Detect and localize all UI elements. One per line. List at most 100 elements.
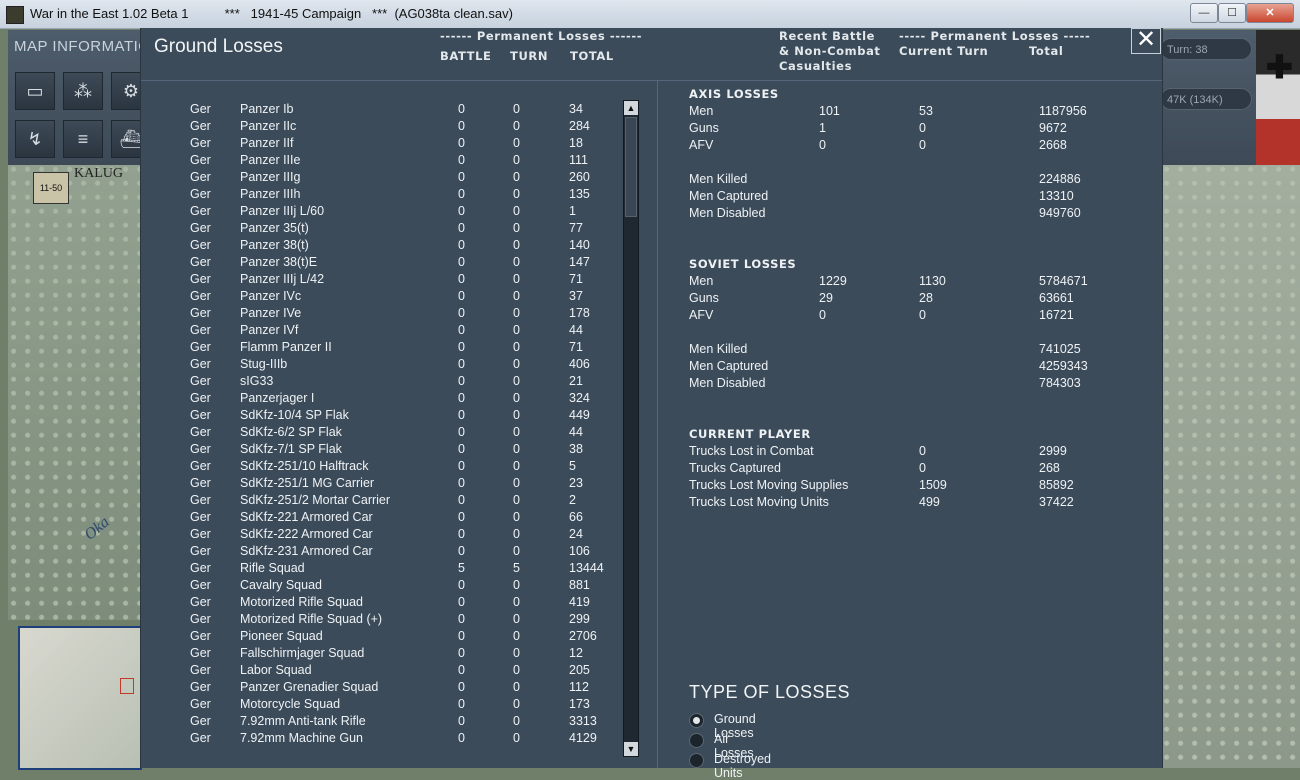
cell-nat: Ger [190,629,211,643]
cell-nat: Ger [190,306,211,320]
cell-name: Panzerjager I [240,391,315,405]
dialog-close-button[interactable]: ✕ [1131,28,1161,54]
cell-name: Panzer IIc [240,119,297,133]
col-battle-header: BATTLE [440,49,492,63]
cell-nat: Ger [190,289,211,303]
cell-name: SdKfz-6/2 SP Flak [240,425,342,439]
col-total-right-header: Total [1029,44,1064,58]
cell-battle: 0 [458,629,465,643]
cell-battle: 0 [458,459,465,473]
cell-total: 71 [569,340,583,354]
type-of-losses-title: TYPE OF LOSSES [689,682,851,702]
col-current-turn-header: Current Turn [899,44,989,58]
cell-turn: 0 [513,153,520,167]
cell-nat: Ger [190,170,211,184]
cell-battle: 0 [458,527,465,541]
cell-nat: Ger [190,731,211,745]
radio-unselected-icon[interactable] [689,733,704,748]
cell-name: Panzer 38(t) [240,238,309,252]
ground-losses-dialog: Ground Losses ------ Permanent Losses --… [140,28,1163,780]
cell-turn: 0 [513,697,520,711]
cell-battle: 0 [458,272,465,286]
cell-total: 4129 [569,731,597,745]
cell-name: Cavalry Squad [240,578,322,592]
cell-turn: 0 [513,357,520,371]
map-information-label: MAP INFORMATIO [14,38,151,55]
cell-total: 21 [569,374,583,388]
unit-counter[interactable]: 11-50 [33,172,69,204]
minimize-button[interactable]: — [1190,3,1218,23]
cell-nat: Ger [190,527,211,541]
axis-losses-heading: AXIS LOSSES [689,87,779,101]
cell-turn: 0 [513,442,520,456]
cell-nat: Ger [190,578,211,592]
movement-mode-button[interactable]: ↯ [15,120,55,158]
cell-turn: 0 [513,255,520,269]
cell-turn: 0 [513,391,520,405]
cell-total: 44 [569,323,583,337]
minimap-viewport [120,678,134,694]
cell-total: 2706 [569,629,597,643]
cell-name: Panzer Grenadier Squad [240,680,379,694]
cell-nat: Ger [190,595,211,609]
window-title: War in the East 1.02 Beta 1 *** 1941-45 … [30,6,513,21]
scroll-thumb[interactable] [625,117,637,217]
radio-selected-icon[interactable] [689,713,704,728]
cell-total: 44 [569,425,583,439]
dialog-title: Ground Losses [154,36,283,57]
cell-total: 106 [569,544,590,558]
cell-name: Panzer IIIj L/42 [240,272,325,286]
cell-total: 449 [569,408,590,422]
cell-nat: Ger [190,374,211,388]
map-view-right[interactable] [1161,165,1300,768]
cell-total: 111 [569,153,589,167]
minimap[interactable] [18,626,142,770]
soviet-losses-heading: SOVIET LOSSES [689,257,797,271]
cell-total: 147 [569,255,590,269]
map-view-left[interactable] [8,165,140,620]
cell-turn: 0 [513,238,520,252]
maximize-button[interactable]: ☐ [1218,3,1246,23]
window-close-button[interactable]: ✕ [1246,3,1294,23]
cell-total: 881 [569,578,590,592]
loss-summary-pill: 47K (134K) [1160,88,1252,110]
cell-total: 324 [569,391,590,405]
cell-nat: Ger [190,510,211,524]
cell-nat: Ger [190,238,211,252]
cell-name: SdKfz-10/4 SP Flak [240,408,349,422]
cell-battle: 0 [458,119,465,133]
cell-nat: Ger [190,680,211,694]
cell-battle: 0 [458,153,465,167]
rail-mode-button[interactable]: ≡ [63,120,103,158]
cell-total: 112 [569,680,589,694]
cell-turn: 0 [513,136,520,150]
cell-turn: 0 [513,595,520,609]
scroll-up-icon[interactable]: ▲ [624,101,638,115]
equipment-scrollbar[interactable]: ▲ ▼ [623,100,639,757]
cell-battle: 5 [458,561,465,575]
unit-view-button[interactable]: ▭ [15,72,55,110]
cell-name: 7.92mm Anti-tank Rifle [240,714,366,728]
cell-battle: 0 [458,578,465,592]
cell-turn: 0 [513,646,520,660]
scroll-down-icon[interactable]: ▼ [624,742,638,756]
cell-turn: 0 [513,102,520,116]
cell-total: 38 [569,442,583,456]
radio-unselected-icon[interactable] [689,753,704,768]
permanent-losses-header-left: ------ Permanent Losses ------ [440,29,643,43]
cell-battle: 0 [458,136,465,150]
cell-nat: Ger [190,136,211,150]
cell-battle: 0 [458,238,465,252]
formation-button[interactable]: ⁂ [63,72,103,110]
window-titlebar: War in the East 1.02 Beta 1 *** 1941-45 … [0,0,1300,29]
current-player-heading: CURRENT PLAYER [689,427,811,441]
cell-battle: 0 [458,595,465,609]
cell-name: Panzer 38(t)E [240,255,318,269]
cell-nat: Ger [190,204,211,218]
cell-name: sIG33 [240,374,274,388]
cell-turn: 0 [513,119,520,133]
iron-cross-flag: ✚ [1256,30,1300,165]
cell-total: 205 [569,663,590,677]
cell-turn: 0 [513,459,520,473]
permanent-losses-header-right: ----- Permanent Losses ----- [899,29,1091,43]
